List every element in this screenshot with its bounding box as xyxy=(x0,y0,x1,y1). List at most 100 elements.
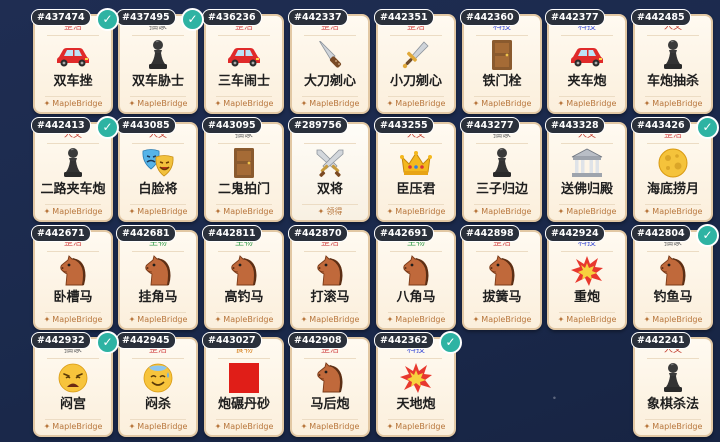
divider xyxy=(302,96,358,97)
star-icon: ✦ xyxy=(386,422,394,431)
divider xyxy=(645,204,701,205)
card-author: ✦ MapleBridge xyxy=(206,315,282,325)
puzzle-card[interactable]: #442377 科技 夹车炮 ✦ MapleBridge xyxy=(545,9,627,114)
puzzle-card[interactable]: #442351 整活 小刀剜心 ✦ MapleBridge xyxy=(374,9,456,114)
divider xyxy=(645,312,701,313)
puzzle-card[interactable]: #442671 整活 卧槽马 ✦ MapleBridge xyxy=(31,225,113,330)
star-icon: ✦ xyxy=(300,315,308,324)
divider xyxy=(647,358,699,359)
puzzle-card[interactable]: #442362 ✓ 科技 天地炮 ✦ MapleBridge xyxy=(374,331,462,437)
divider xyxy=(304,35,356,36)
puzzle-card[interactable]: #443085 人文 白脸将 ✦ MapleBridge xyxy=(116,117,198,222)
divider xyxy=(647,143,699,144)
divider xyxy=(132,35,184,36)
divider xyxy=(561,251,613,252)
card-author: ✦ MapleBridge xyxy=(206,207,282,217)
divider xyxy=(216,204,272,205)
card-title: 拔簧马 xyxy=(482,290,522,305)
horse-icon xyxy=(464,254,540,288)
author-name: MapleBridge xyxy=(52,315,103,324)
card-title: 白脸将 xyxy=(138,182,178,197)
card-title: 马后炮 xyxy=(310,397,350,412)
puzzle-card[interactable]: #289756 双将 ✦ 领得 xyxy=(288,117,370,222)
star-icon: ✦ xyxy=(557,315,565,324)
check-icon: ✓ xyxy=(696,116,719,139)
author-name: 领得 xyxy=(326,207,343,216)
horse-icon xyxy=(35,254,111,288)
puzzle-card[interactable]: #442870 整活 打滚马 ✦ MapleBridge xyxy=(288,225,370,330)
author-name: MapleBridge xyxy=(223,315,274,324)
puzzle-card[interactable]: #442932 ✓ 抽象 闷宫 ✦ MapleBridge xyxy=(31,331,119,437)
explosion-icon xyxy=(549,254,625,288)
crown-icon xyxy=(378,146,454,180)
divider xyxy=(47,358,99,359)
card-id-tag: #442681 xyxy=(116,225,176,242)
divider xyxy=(559,204,615,205)
author-name: MapleBridge xyxy=(652,422,703,431)
chess-pawn-icon xyxy=(635,38,711,72)
author-name: MapleBridge xyxy=(566,315,617,324)
puzzle-card[interactable]: #442691 生物 八角马 ✦ MapleBridge xyxy=(374,225,456,330)
puzzle-card[interactable]: #443255 人文 臣压君 ✦ MapleBridge xyxy=(374,117,456,222)
puzzle-card[interactable]: #442924 科技 重炮 ✦ MapleBridge xyxy=(545,225,627,330)
puzzle-card[interactable]: #443426 ✓ 整活 海底捞月 ✦ MapleBridge xyxy=(631,116,719,222)
star-icon: ✦ xyxy=(43,422,51,431)
divider xyxy=(390,251,442,252)
card-id-tag: #442241 xyxy=(631,332,691,349)
star-icon: ✦ xyxy=(214,315,222,324)
divider xyxy=(45,96,101,97)
star-icon: ✦ xyxy=(300,99,308,108)
puzzle-card[interactable]: #442945 整活 闷杀 ✦ MapleBridge xyxy=(116,332,198,437)
puzzle-card[interactable]: #442337 整活 大刀剜心 ✦ MapleBridge xyxy=(288,9,370,114)
card-title: 海底捞月 xyxy=(646,182,699,197)
puzzle-card[interactable]: #442413 ✓ 人文 二路夹车炮 ✦ MapleBridge xyxy=(31,116,119,222)
star-icon: ✦ xyxy=(643,315,651,324)
puzzle-card[interactable]: #437495 ✓ 抽象 双车胁士 ✦ MapleBridge xyxy=(116,8,204,114)
puzzle-card[interactable]: #436236 整活 三车闹士 ✦ MapleBridge xyxy=(202,9,284,114)
puzzle-card[interactable]: #437474 ✓ 整活 双车挫 ✦ MapleBridge xyxy=(31,8,119,114)
divider xyxy=(476,35,528,36)
divider xyxy=(304,251,356,252)
puzzle-card[interactable]: #442360 科技 铁门栓 ✦ MapleBridge xyxy=(460,9,542,114)
card-title: 双将 xyxy=(316,182,343,197)
divider xyxy=(476,251,528,252)
puzzle-card[interactable]: #443328 人文 送佛归殿 ✦ MapleBridge xyxy=(545,117,627,222)
star-icon: ✦ xyxy=(643,207,651,216)
puzzle-card[interactable]: #442898 整活 拔簧马 ✦ MapleBridge xyxy=(460,225,542,330)
star-icon: ✦ xyxy=(214,99,222,108)
author-name: MapleBridge xyxy=(309,422,360,431)
check-icon: ✓ xyxy=(696,224,719,247)
divider xyxy=(45,419,101,420)
card-title: 送佛归殿 xyxy=(560,182,613,197)
author-name: MapleBridge xyxy=(395,422,446,431)
weary-face-icon xyxy=(35,361,111,395)
full-moon-icon xyxy=(635,146,711,180)
puzzle-card[interactable]: #442681 生物 挂角马 ✦ MapleBridge xyxy=(116,225,198,330)
puzzle-card[interactable]: #442811 生物 高钓马 ✦ MapleBridge xyxy=(202,225,284,330)
card-author: ✦ MapleBridge xyxy=(120,315,196,325)
puzzle-card[interactable]: #443095 抽象 二鬼拍门 ✦ MapleBridge xyxy=(202,117,284,222)
card-title: 打滚马 xyxy=(310,290,350,305)
card-id-tag: #436236 xyxy=(202,9,262,26)
card-id-tag: #442351 xyxy=(374,9,434,26)
card-id-tag: #289756 xyxy=(288,117,348,134)
puzzle-card[interactable]: #442908 整活 马后炮 ✦ MapleBridge xyxy=(288,332,370,437)
puzzle-card[interactable]: #443277 抽象 三子归边 ✦ MapleBridge xyxy=(460,117,542,222)
door-icon xyxy=(464,38,540,72)
star-icon: ✦ xyxy=(386,99,394,108)
puzzle-card[interactable]: #443027 食物 炮碾丹砂 ✦ MapleBridge xyxy=(202,332,284,437)
divider xyxy=(390,35,442,36)
author-name: MapleBridge xyxy=(309,99,360,108)
card-id-tag: #443255 xyxy=(374,117,434,134)
puzzle-card[interactable]: #442804 ✓ 抽象 钓鱼马 ✦ MapleBridge xyxy=(631,224,719,330)
puzzle-card[interactable]: #442241 人文 象棋杀法 ✦ MapleBridge xyxy=(631,332,713,437)
divider xyxy=(302,312,358,313)
divider xyxy=(130,419,186,420)
author-name: MapleBridge xyxy=(652,315,703,324)
divider xyxy=(47,251,99,252)
check-icon: ✓ xyxy=(439,331,462,354)
crossed-swords-icon xyxy=(292,146,368,180)
card-author: ✦ MapleBridge xyxy=(292,99,368,109)
divider xyxy=(132,358,184,359)
puzzle-card[interactable]: #442485 人文 车炮抽杀 ✦ MapleBridge xyxy=(631,9,713,114)
